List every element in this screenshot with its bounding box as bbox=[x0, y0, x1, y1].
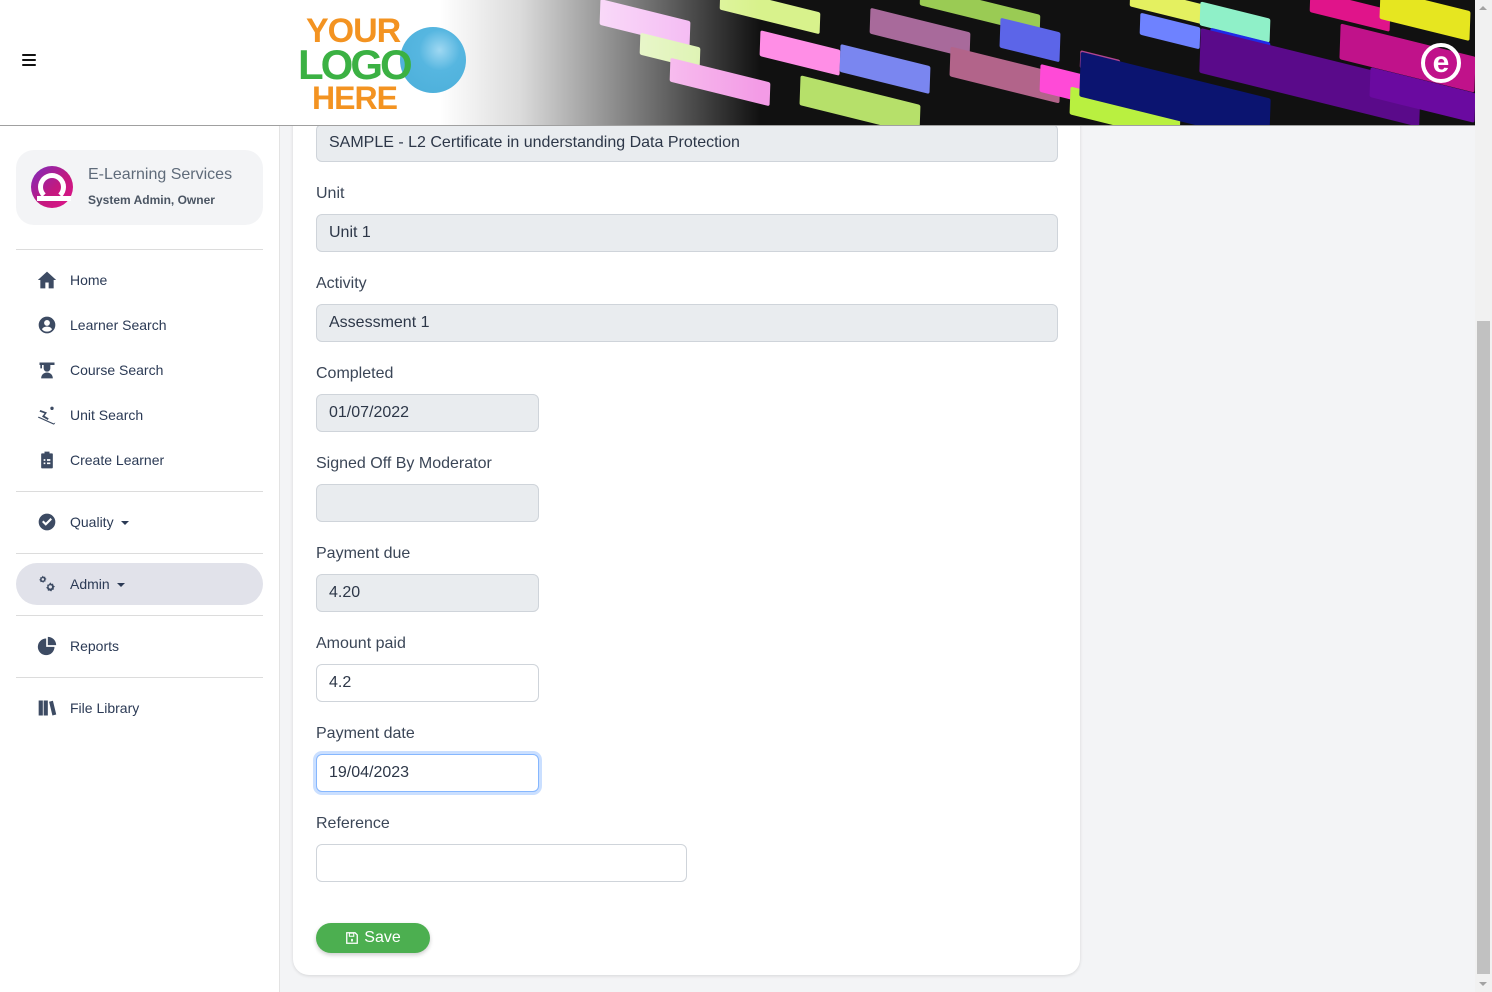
sidebar-divider bbox=[16, 615, 263, 616]
signed-off-by-moderator-field[interactable] bbox=[316, 484, 539, 522]
payment-due-field[interactable] bbox=[316, 574, 539, 612]
clipboard-list-icon bbox=[36, 449, 58, 471]
e-brand-icon: e bbox=[1421, 43, 1461, 83]
skiing-icon bbox=[36, 404, 58, 426]
payment-due-label: Payment due bbox=[316, 545, 411, 562]
signed-off-label: Signed Off By Moderator bbox=[316, 455, 492, 472]
chevron-down-icon bbox=[116, 583, 125, 588]
course-field[interactable] bbox=[316, 124, 1058, 162]
company-logo: YOUR LOGO HERE bbox=[298, 12, 468, 116]
home-icon bbox=[36, 269, 58, 291]
graduate-icon bbox=[36, 359, 58, 381]
payment-date-input[interactable] bbox=[316, 754, 539, 792]
activity-payment-form: Unit Activity Completed Signed Off By Mo… bbox=[293, 90, 1080, 975]
amount-paid-label: Amount paid bbox=[316, 635, 406, 652]
book-library-icon bbox=[36, 697, 58, 719]
sidebar-item-unit-search[interactable]: Unit Search bbox=[16, 394, 263, 436]
user-circle-icon bbox=[36, 314, 58, 336]
reference-input[interactable] bbox=[316, 844, 687, 882]
pie-chart-icon bbox=[36, 635, 58, 657]
sidebar-divider bbox=[16, 553, 263, 554]
sidebar-item-file-library[interactable]: File Library bbox=[16, 687, 263, 729]
user-role: System Admin, Owner bbox=[88, 193, 215, 207]
activity-label: Activity bbox=[316, 275, 367, 292]
scrollbar-thumb[interactable] bbox=[1477, 321, 1490, 974]
cogs-icon bbox=[36, 573, 58, 595]
sidebar-divider bbox=[16, 491, 263, 492]
completed-label: Completed bbox=[316, 365, 394, 382]
activity-field[interactable] bbox=[316, 304, 1058, 342]
sidebar: E-Learning Services System Admin, Owner … bbox=[0, 126, 280, 992]
sidebar-item-admin[interactable]: Admin bbox=[16, 563, 263, 605]
unit-field[interactable] bbox=[316, 214, 1058, 252]
save-button[interactable]: Save bbox=[316, 923, 430, 953]
check-circle-icon bbox=[36, 511, 58, 533]
scroll-up-arrow-icon[interactable] bbox=[1479, 6, 1487, 10]
reference-label: Reference bbox=[316, 815, 390, 832]
profile-card: E-Learning Services System Admin, Owner bbox=[16, 150, 263, 225]
sidebar-item-create-learner[interactable]: Create Learner bbox=[16, 439, 263, 481]
scroll-down-arrow-icon[interactable] bbox=[1479, 982, 1487, 986]
chevron-down-icon bbox=[120, 521, 129, 526]
payment-date-label: Payment date bbox=[316, 725, 415, 742]
page-scrollbar[interactable] bbox=[1475, 0, 1492, 992]
e-brand-icon bbox=[31, 166, 73, 208]
sidebar-divider bbox=[16, 249, 263, 250]
amount-paid-input[interactable] bbox=[316, 664, 539, 702]
completed-date-field[interactable] bbox=[316, 394, 539, 432]
floppy-disk-icon bbox=[346, 932, 359, 944]
sidebar-item-home[interactable]: Home bbox=[16, 259, 263, 301]
sidebar-divider bbox=[16, 677, 263, 678]
sidebar-item-course-search[interactable]: Course Search bbox=[16, 349, 263, 391]
sidebar-item-quality[interactable]: Quality bbox=[16, 501, 263, 543]
organisation-name: E-Learning Services bbox=[88, 166, 233, 183]
unit-label: Unit bbox=[316, 185, 345, 202]
top-header: YOUR LOGO HERE e bbox=[0, 0, 1475, 126]
hamburger-icon[interactable] bbox=[22, 54, 36, 68]
header-banner bbox=[440, 0, 1475, 125]
sidebar-item-learner-search[interactable]: Learner Search bbox=[16, 304, 263, 346]
sidebar-item-reports[interactable]: Reports bbox=[16, 625, 263, 667]
